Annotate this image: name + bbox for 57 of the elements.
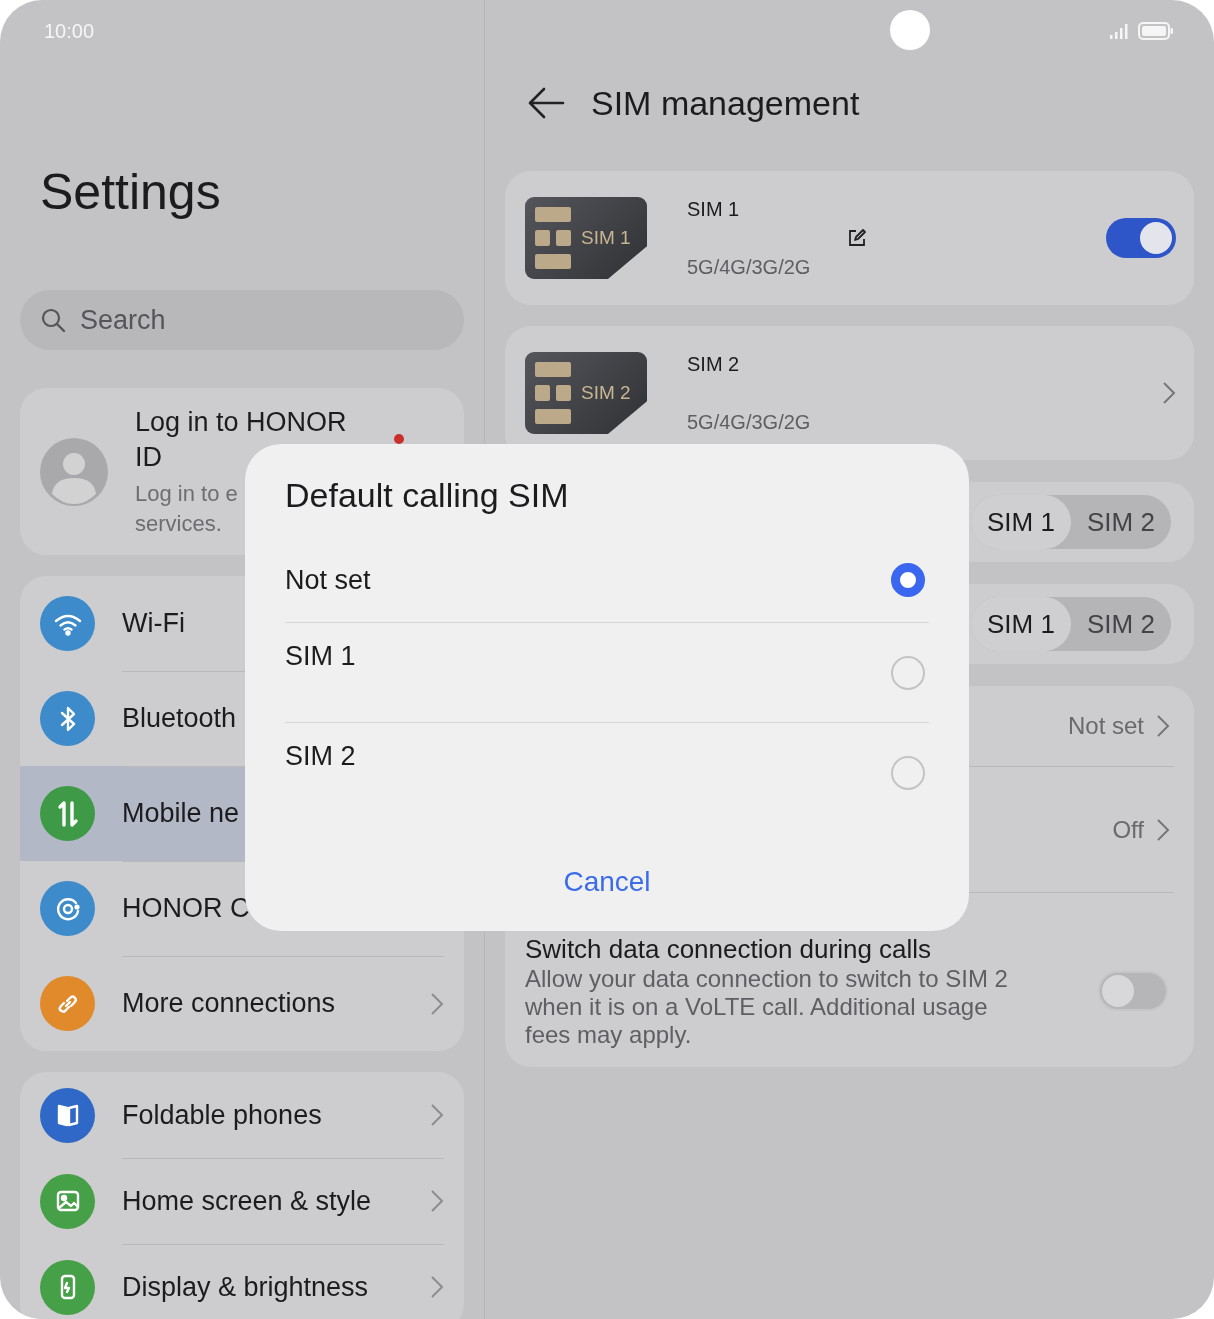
page-title: SIM management xyxy=(591,83,860,123)
account-subtitle: Log in to e xyxy=(135,479,238,508)
chevron-icon xyxy=(1156,714,1170,738)
sim-label: SIM 2 xyxy=(581,382,631,404)
signal-icon xyxy=(1110,23,1130,39)
item-label: Home screen & style xyxy=(122,1185,373,1217)
radio-button[interactable] xyxy=(891,563,925,597)
account-title: Log in to HONOR xyxy=(135,405,347,439)
settings-item[interactable]: Foldable phones xyxy=(20,1072,464,1158)
account-subtitle: services. xyxy=(135,509,222,538)
sim-card-row[interactable]: SIM 1 SIM 1 5G/4G/3G/2G xyxy=(505,171,1194,305)
chevron-icon xyxy=(1156,817,1170,842)
sim-label: SIM 1 xyxy=(581,227,631,249)
setting-description: Allow your data connection to switch to SIM 2 when it is on a VoLTE call. Additional usage fees may apply. xyxy=(525,965,1009,1049)
network-types: 5G/4G/3G/2G xyxy=(687,255,811,280)
search-icon xyxy=(40,307,66,333)
camera-cutout xyxy=(890,10,930,50)
chevron-icon xyxy=(1162,381,1176,405)
account-title: ID xyxy=(135,440,162,474)
settings-item[interactable]: Display & brightness xyxy=(20,1244,464,1319)
back-button[interactable] xyxy=(527,86,565,120)
sim-name: SIM 2 xyxy=(687,352,740,377)
search-field[interactable]: Search xyxy=(20,290,464,350)
option-label: SIM 1 xyxy=(285,641,356,672)
settings-item[interactable]: Home screen & style xyxy=(20,1158,464,1244)
item-label: Display & brightness xyxy=(122,1271,370,1303)
item-label: Wi-Fi xyxy=(122,608,186,639)
item-label: Foldable phones xyxy=(122,1099,323,1131)
setting-value: Off xyxy=(1112,815,1144,844)
chip-contacts-icon xyxy=(535,207,571,269)
setting-title: Switch data connection during calls xyxy=(525,933,932,965)
chip-contacts-icon xyxy=(535,362,571,424)
radio-button[interactable] xyxy=(891,755,925,790)
radio-option[interactable]: SIM 2 xyxy=(285,722,929,822)
segment-option[interactable]: SIM 2 xyxy=(1071,597,1171,651)
settings-item[interactable]: More connections xyxy=(20,956,464,1051)
cancel-button[interactable]: Cancel xyxy=(553,862,661,902)
settings-title: Settings xyxy=(40,163,222,222)
battery-icon xyxy=(1138,22,1174,40)
toggle-switch[interactable] xyxy=(1106,218,1176,258)
sim-name: SIM 1 xyxy=(687,197,740,222)
segment-option[interactable]: SIM 2 xyxy=(1071,495,1171,549)
item-label: Mobile ne xyxy=(122,798,241,829)
segment-option[interactable]: SIM 1 xyxy=(971,495,1071,549)
avatar-icon xyxy=(40,437,108,506)
radio-option[interactable]: SIM 1 xyxy=(285,622,929,722)
item-label: Bluetooth xyxy=(122,703,238,734)
item-label: HONOR C xyxy=(122,893,251,924)
setting-value: Not set xyxy=(1067,712,1144,740)
sim-card-row[interactable]: SIM 2 SIM 2 5G/4G/3G/2G xyxy=(505,326,1194,460)
radio-button[interactable] xyxy=(891,655,925,690)
option-label: Not set xyxy=(285,564,371,596)
toggle-switch[interactable] xyxy=(1098,971,1168,1011)
edit-icon[interactable] xyxy=(847,228,867,248)
segment-option[interactable]: SIM 1 xyxy=(971,597,1071,651)
network-types: 5G/4G/3G/2G xyxy=(687,410,811,435)
item-label: More connections xyxy=(122,988,337,1019)
